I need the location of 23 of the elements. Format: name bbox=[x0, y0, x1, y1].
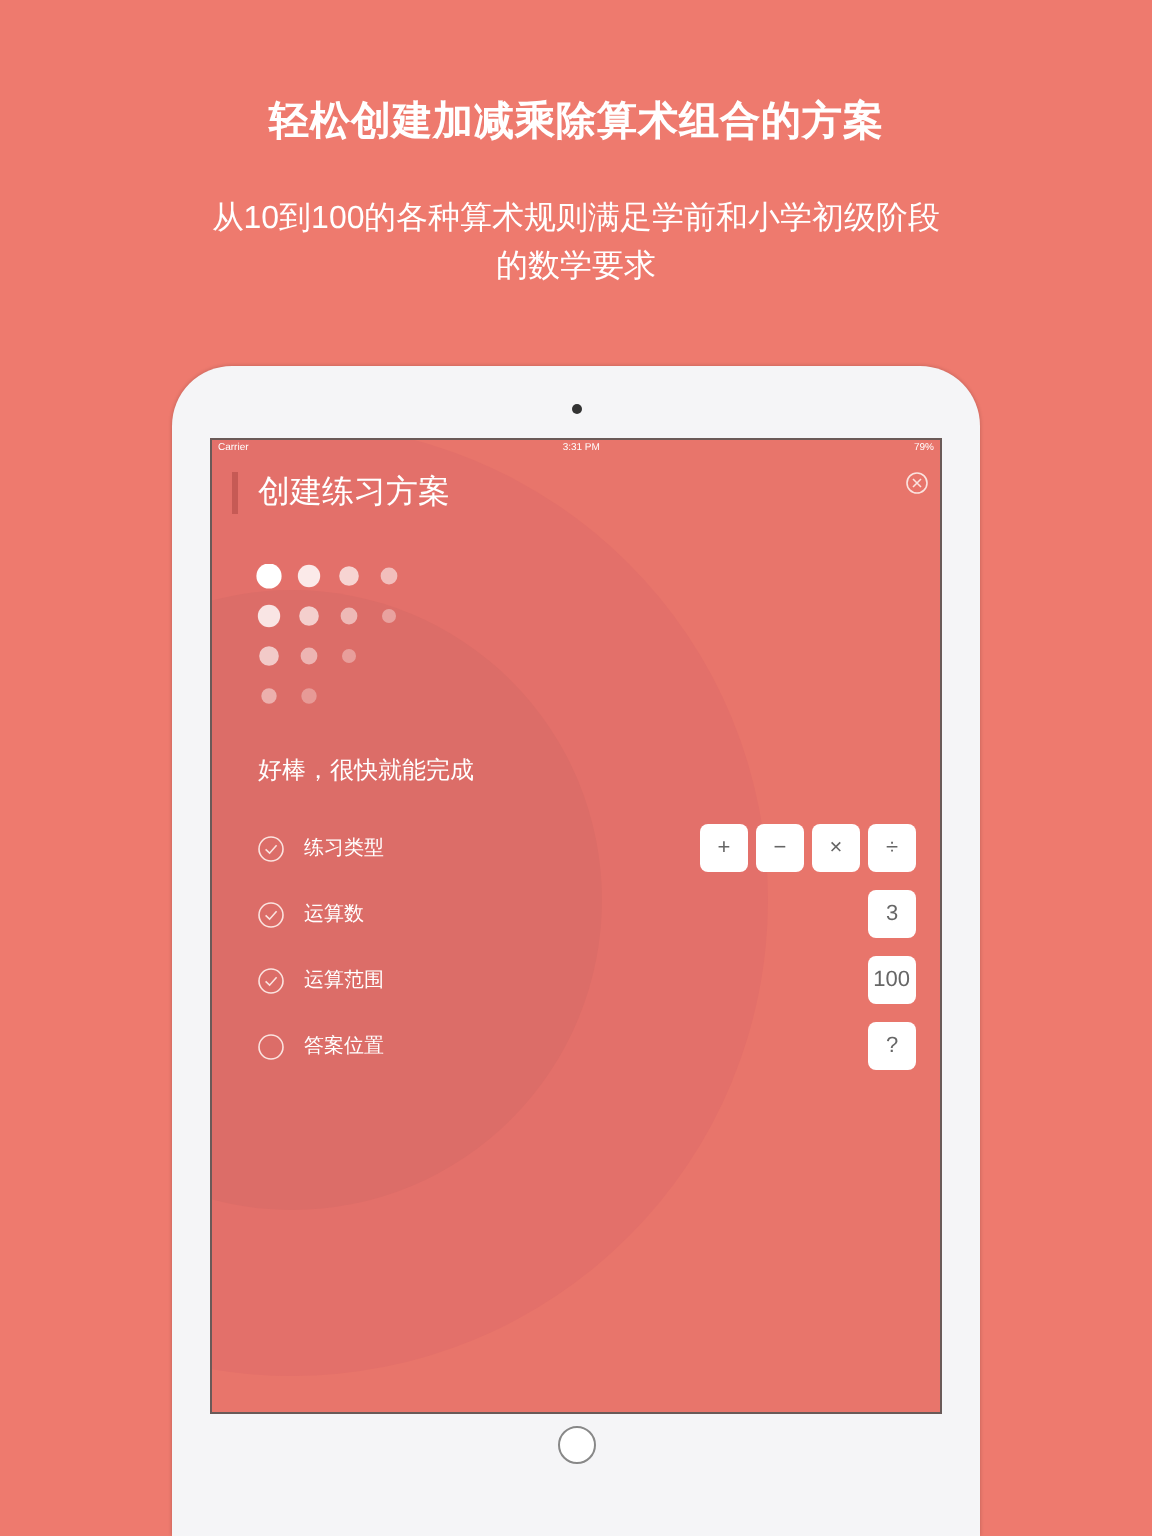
setting-label: 运算范围 bbox=[304, 967, 384, 995]
setting-label: 练习类型 bbox=[304, 835, 384, 863]
subheadline: 从10到100的各种算术规则满足学前和小学初级阶段的数学要求 bbox=[209, 199, 943, 288]
screen-title: 创建练习方案 bbox=[258, 472, 450, 514]
option-button[interactable]: 100 bbox=[867, 956, 916, 1004]
option-button[interactable]: + bbox=[700, 824, 748, 872]
option-button[interactable]: ? bbox=[868, 1022, 916, 1070]
close-icon[interactable] bbox=[906, 472, 928, 494]
encouragement-message: 好棒，很快就能完成 bbox=[258, 754, 476, 788]
checkmark-circle-icon[interactable] bbox=[258, 967, 284, 993]
option-button[interactable]: 3 bbox=[868, 890, 916, 938]
headline: 轻松创建加减乘除算术组合的方案 bbox=[268, 96, 884, 148]
checkmark-circle-icon[interactable] bbox=[258, 901, 284, 927]
setting-label: 答案位置 bbox=[304, 1033, 384, 1061]
home-button[interactable] bbox=[557, 1426, 595, 1464]
option-button[interactable]: − bbox=[756, 824, 804, 872]
camera-icon bbox=[571, 404, 581, 414]
dots-drawing bbox=[256, 564, 400, 708]
setting-label: 运算数 bbox=[304, 901, 364, 929]
checkmark-circle-icon[interactable] bbox=[258, 835, 284, 861]
option-button[interactable]: ÷ bbox=[868, 824, 916, 872]
empty-circle-icon[interactable] bbox=[258, 1033, 284, 1059]
option-button[interactable]: × bbox=[812, 824, 860, 872]
